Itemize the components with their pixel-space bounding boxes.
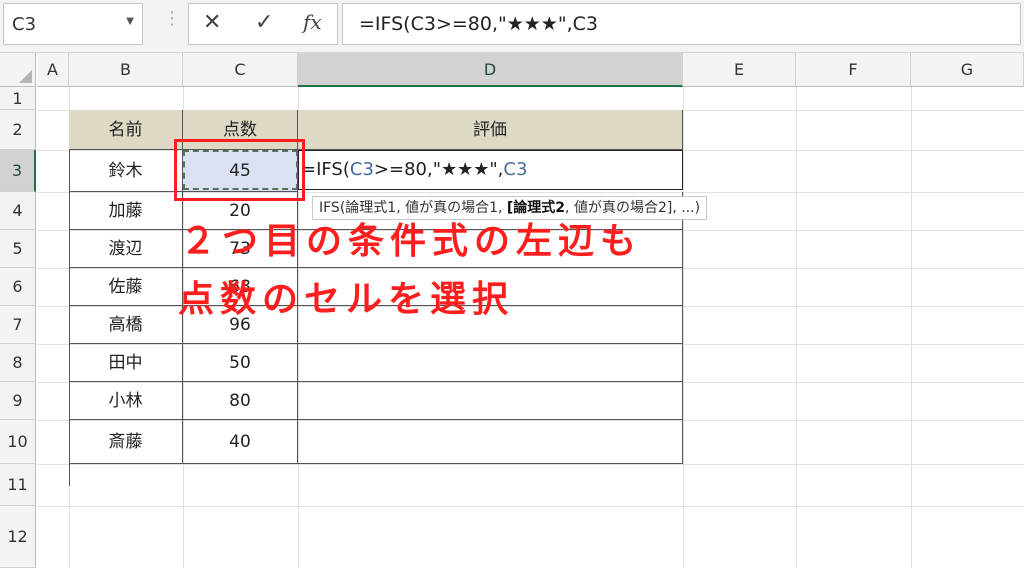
header-rating[interactable]: 評価: [298, 110, 683, 150]
column-header-c[interactable]: C: [183, 53, 298, 87]
row-header-10[interactable]: 10: [0, 420, 36, 464]
gridline: [683, 87, 684, 568]
column-header-f[interactable]: F: [796, 53, 911, 87]
column-header-g[interactable]: G: [911, 53, 1024, 87]
gridline: [37, 464, 1024, 465]
editor-text: =IFS(C3>=80,"★★★",C3: [301, 159, 527, 180]
row-header-2[interactable]: 2: [0, 110, 36, 150]
formula-bar: C3 ▼ ⋮ ✕ ✓ fx =IFS(C3>=80,"★★★",C3: [0, 0, 1024, 53]
gridline: [37, 506, 1024, 507]
editor-ref-1: C3: [349, 159, 374, 180]
score-cell[interactable]: 50: [183, 344, 298, 382]
rating-cell[interactable]: [298, 344, 683, 382]
rating-cell[interactable]: [298, 382, 683, 420]
select-all-corner[interactable]: [0, 53, 36, 87]
editor-ref-2: C3: [503, 159, 528, 180]
name-cell[interactable]: 鈴木: [69, 150, 183, 192]
row-header-1[interactable]: 1: [0, 87, 36, 110]
name-cell[interactable]: 加藤: [69, 192, 183, 230]
editor-func: =IFS(: [301, 159, 350, 180]
column-header-a[interactable]: A: [37, 53, 69, 87]
tooltip-current-arg[interactable]: [論理式2: [507, 200, 565, 216]
highlight-box: [174, 139, 305, 201]
rating-cell[interactable]: [298, 420, 683, 464]
name-cell[interactable]: 佐藤: [69, 268, 183, 306]
tooltip-pre: IFS(論理式1, 値が真の場合1,: [319, 200, 507, 216]
header-name[interactable]: 名前: [69, 110, 183, 150]
row-header-4[interactable]: 4: [0, 192, 36, 230]
formula-buttons: ✕ ✓ fx: [188, 3, 338, 45]
score-cell[interactable]: 40: [183, 420, 298, 464]
drag-handle-icon[interactable]: ⋮: [163, 10, 181, 28]
row-header-12[interactable]: 12: [0, 506, 36, 568]
editor-args: >=80,"★★★",: [373, 159, 504, 180]
row-header-9[interactable]: 9: [0, 382, 36, 420]
row-header-7[interactable]: 7: [0, 306, 36, 344]
row-header-8[interactable]: 8: [0, 344, 36, 382]
function-tooltip: IFS(論理式1, 値が真の場合1, [論理式2, 値が真の場合2], ...): [312, 196, 708, 220]
name-cell[interactable]: 小林: [69, 382, 183, 420]
row-header-5[interactable]: 5: [0, 230, 36, 268]
annotation-line-1: ２つ目の条件式の左辺も: [180, 221, 643, 262]
name-cell[interactable]: 渡辺: [69, 230, 183, 268]
column-header-b[interactable]: B: [69, 53, 183, 87]
chevron-down-icon[interactable]: ▼: [126, 16, 134, 27]
name-cell[interactable]: 高橋: [69, 306, 183, 344]
column-header-e[interactable]: E: [683, 53, 796, 87]
score-cell[interactable]: 80: [183, 382, 298, 420]
gridline: [796, 87, 797, 568]
name-box-value: C3: [12, 14, 37, 35]
name-box[interactable]: C3 ▼: [3, 3, 143, 45]
cancel-icon[interactable]: ✕: [203, 10, 221, 35]
tooltip-post: , 値が真の場合2], ...): [565, 200, 701, 216]
formula-text: =IFS(C3>=80,"★★★",C3: [359, 13, 598, 35]
row-header-11[interactable]: 11: [0, 464, 36, 506]
name-cell[interactable]: 田中: [69, 344, 183, 382]
insert-function-icon[interactable]: fx: [303, 10, 322, 34]
gridline: [911, 87, 912, 568]
cell-editor-d3[interactable]: =IFS(C3>=80,"★★★",C3: [298, 150, 683, 190]
enter-icon[interactable]: ✓: [255, 10, 273, 35]
formula-input[interactable]: =IFS(C3>=80,"★★★",C3: [342, 3, 1021, 45]
row-header-3[interactable]: 3: [0, 150, 36, 192]
name-cell[interactable]: 斎藤: [69, 420, 183, 464]
row-header-6[interactable]: 6: [0, 268, 36, 306]
column-header-d[interactable]: D: [298, 53, 683, 87]
annotation-line-2: 点数のセルを選択: [178, 279, 515, 320]
